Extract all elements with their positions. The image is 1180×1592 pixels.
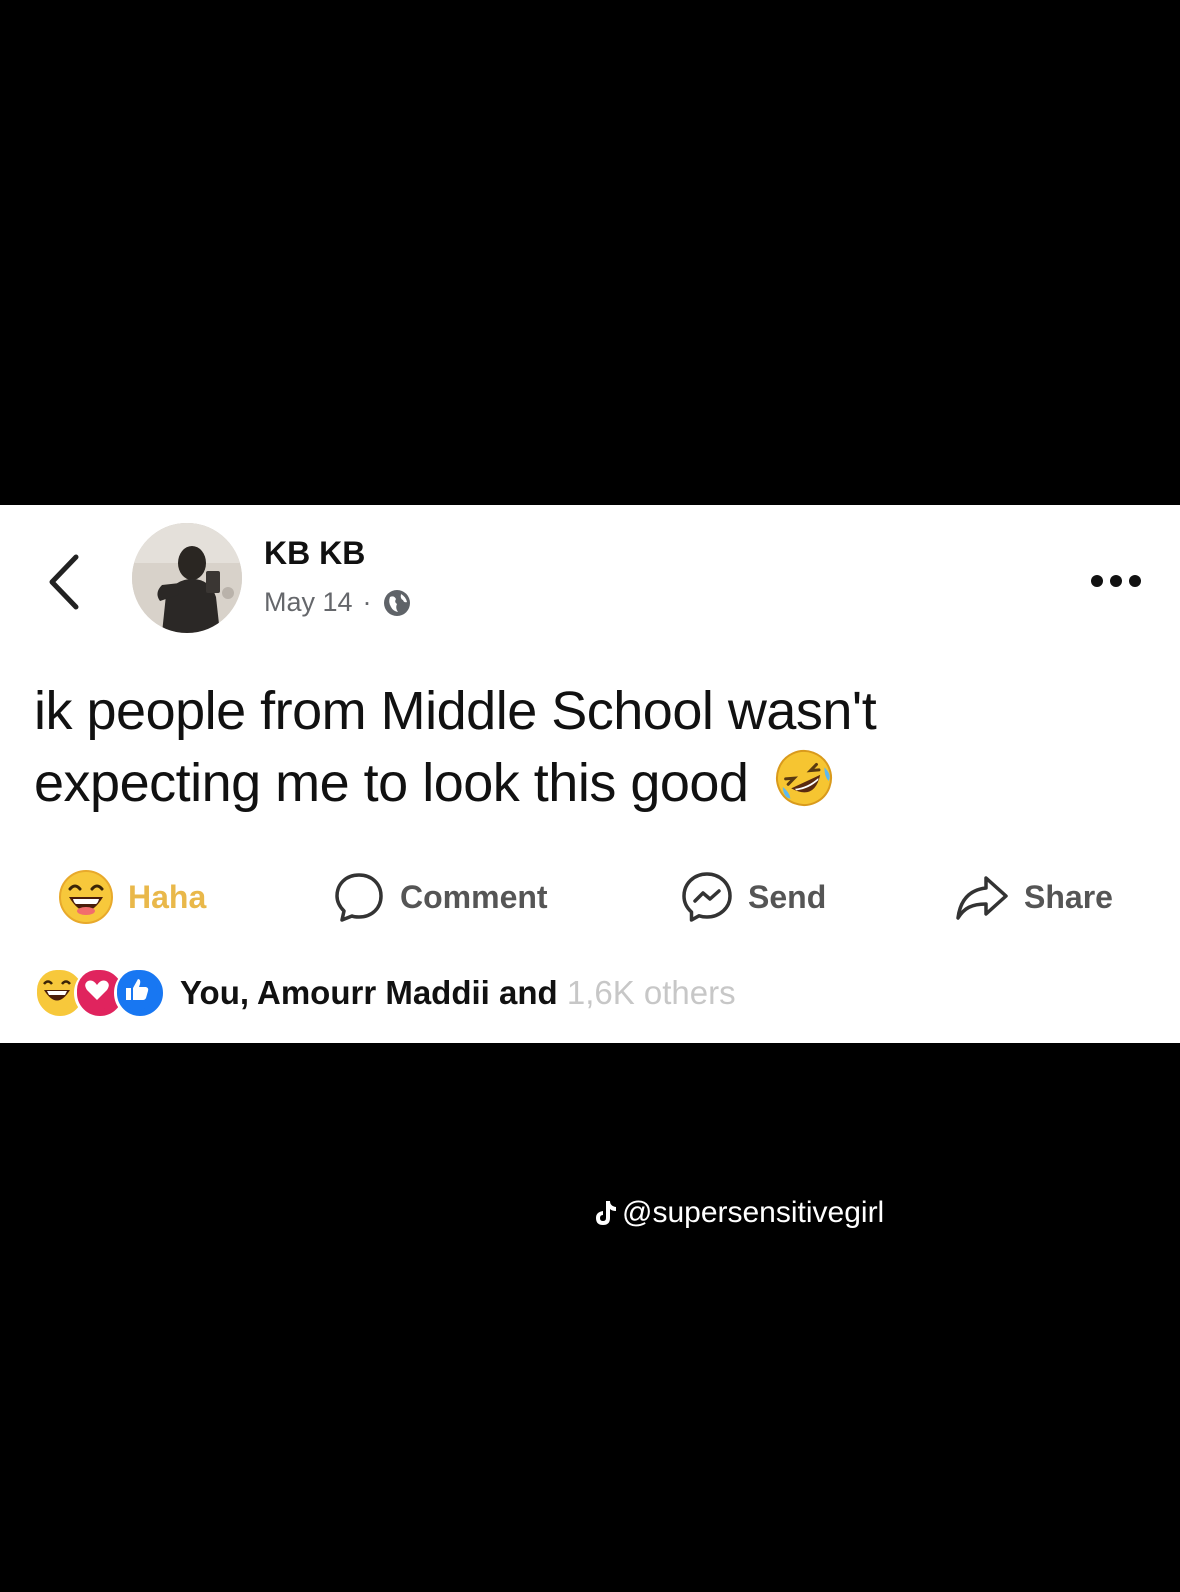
rolling-laughing-emoji-icon <box>775 750 832 806</box>
share-label: Share <box>1024 878 1113 915</box>
avatar-photo <box>132 523 242 633</box>
reactions-summary-text: You, Amourr Maddii and 1,6K others <box>180 974 736 1012</box>
author-name[interactable]: KB KB <box>264 535 365 572</box>
reaction-icons <box>34 967 166 1019</box>
avatar[interactable] <box>132 523 242 633</box>
reactions-summary-main: You, Amourr Maddii and <box>180 974 567 1011</box>
watermark: @supersensitivegirl <box>592 1196 884 1230</box>
post-text-line-2: expecting me to look this good <box>34 747 1134 819</box>
globe-icon <box>382 588 412 618</box>
post-text-line-2-content: expecting me to look this good <box>34 753 749 813</box>
post-text: ik people from Middle School wasn't expe… <box>34 675 1134 819</box>
messenger-icon <box>682 872 732 922</box>
post-date[interactable]: May 14 <box>264 587 353 618</box>
post-text-line-1: ik people from Middle School wasn't <box>34 681 877 741</box>
back-button[interactable] <box>42 547 86 617</box>
action-bar: Haha Comment Send Share <box>0 857 1180 937</box>
more-horizontal-icon <box>1091 575 1141 587</box>
share-icon <box>956 876 1008 920</box>
share-button[interactable]: Share <box>954 857 1113 937</box>
send-button[interactable]: Send <box>680 857 826 937</box>
reactions-summary-others: 1,6K others <box>566 974 736 1011</box>
comment-button[interactable]: Comment <box>332 857 548 937</box>
haha-reaction-button[interactable]: Haha <box>58 857 206 937</box>
post-meta: May 14 · <box>264 587 412 618</box>
send-label: Send <box>748 878 827 915</box>
comment-icon <box>335 873 383 922</box>
watermark-handle: @supersensitivegirl <box>622 1196 885 1229</box>
reactions-summary[interactable]: You, Amourr Maddii and 1,6K others <box>34 965 736 1021</box>
post-card: KB KB May 14 · ik people from Middle Sch… <box>0 505 1180 1043</box>
haha-label: Haha <box>128 878 207 915</box>
chevron-left-icon <box>49 554 79 610</box>
tiktok-icon <box>596 1201 616 1225</box>
haha-icon <box>59 870 113 924</box>
like-reaction-icon <box>114 967 166 1019</box>
comment-label: Comment <box>400 878 548 915</box>
meta-separator: · <box>362 587 372 617</box>
more-options-button[interactable] <box>1090 569 1142 593</box>
